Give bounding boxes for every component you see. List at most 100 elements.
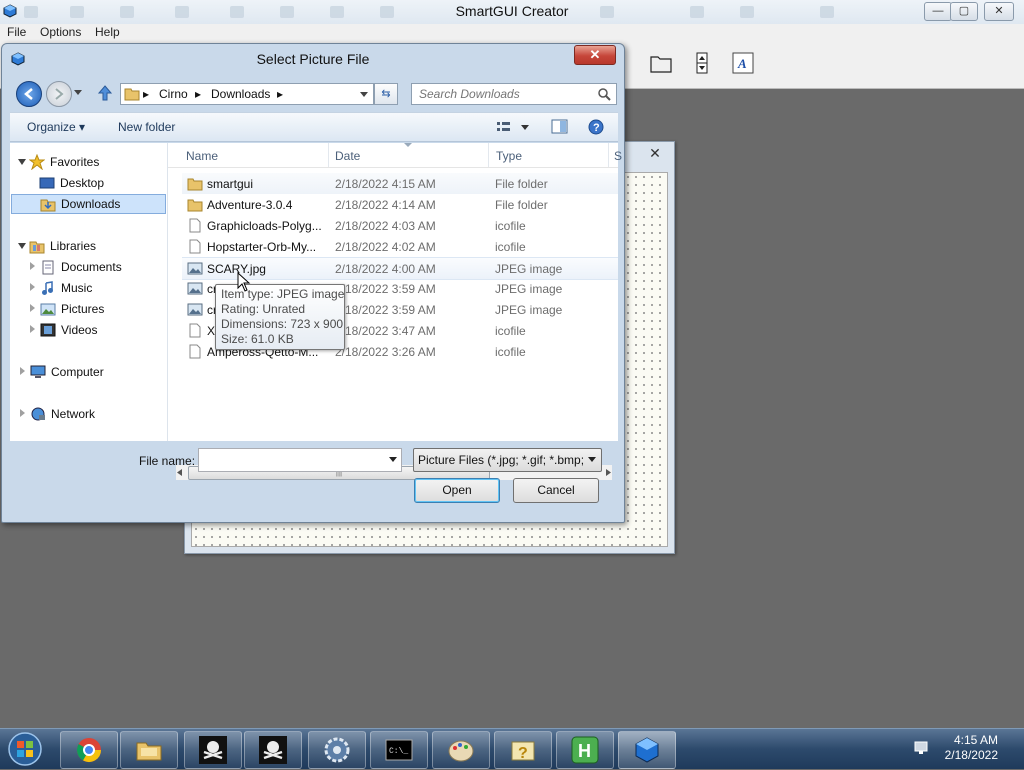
computer-icon [30, 365, 46, 378]
expand-icon[interactable] [30, 262, 35, 270]
taskbar-paint[interactable] [432, 731, 490, 769]
updown-tool-button[interactable] [690, 50, 716, 76]
collapse-icon[interactable] [18, 243, 26, 249]
taskbar-smartgui[interactable] [618, 731, 676, 769]
nav-computer[interactable]: Computer [10, 362, 167, 382]
organize-button[interactable]: Organize ▾ [27, 120, 85, 134]
nav-libraries[interactable]: Libraries [10, 236, 167, 256]
close-button[interactable]: ✕ [984, 2, 1014, 21]
start-button[interactable] [3, 731, 47, 767]
chevron-down-icon[interactable] [389, 457, 398, 463]
nav-music[interactable]: Music [10, 278, 167, 298]
image-icon [187, 303, 203, 316]
library-icon [29, 241, 45, 254]
expand-icon[interactable] [30, 283, 35, 291]
taskbar-pirate-2[interactable] [244, 731, 302, 769]
folder-tool-button[interactable] [648, 50, 674, 76]
network-icon [31, 407, 45, 421]
expand-icon[interactable] [30, 304, 35, 312]
taskbar-help[interactable]: ? [494, 731, 552, 769]
view-options-icon[interactable] [496, 120, 530, 134]
file-name-combobox[interactable] [198, 448, 402, 472]
column-header-date[interactable]: Date [335, 149, 360, 163]
cancel-button[interactable]: Cancel [513, 478, 599, 503]
file-row[interactable]: smartgui 2/18/2022 4:15 AM File folder [182, 173, 618, 194]
taskbar-settings[interactable] [308, 731, 366, 769]
chevron-down-icon[interactable] [359, 91, 369, 99]
maximize-button[interactable]: ▢ [950, 2, 978, 21]
dialog-close-button[interactable]: ✕ [574, 45, 616, 65]
star-icon [29, 154, 45, 170]
refresh-button[interactable]: ⇆ [374, 83, 398, 105]
file-name-label: File name: [139, 454, 196, 468]
menu-help[interactable]: Help [95, 25, 120, 39]
file-name-input[interactable] [199, 449, 382, 471]
taskbar-terminal[interactable]: C:\_ [370, 731, 428, 769]
menu-options[interactable]: Options [40, 25, 81, 39]
search-input[interactable] [412, 84, 599, 104]
svg-text:?: ? [518, 745, 528, 762]
svg-text:H: H [578, 741, 591, 761]
file-row[interactable]: Graphicloads-Polyg... 2/18/2022 4:03 AM … [182, 215, 618, 236]
address-bar[interactable]: ▸ Cirno ▸ Downloads ▸ [120, 83, 374, 105]
open-button[interactable]: Open [414, 478, 500, 503]
nav-favorites[interactable]: Favorites [10, 152, 167, 172]
image-icon [187, 282, 203, 295]
taskbar-h-app[interactable]: H [556, 731, 614, 769]
folder-icon [650, 56, 672, 73]
file-icon [189, 344, 201, 359]
column-header-size[interactable]: S [614, 149, 622, 163]
clock-time: 4:15 AM [953, 733, 998, 747]
help-icon[interactable]: ? [588, 119, 604, 135]
nav-documents[interactable]: Documents [10, 257, 167, 277]
app-title: SmartGUI Creator [455, 3, 569, 19]
nav-desktop[interactable]: Desktop [10, 173, 167, 193]
downloads-folder-icon [40, 199, 56, 212]
music-icon [42, 281, 53, 295]
minimize-button[interactable]: — [924, 2, 952, 21]
svg-text:?: ? [593, 122, 600, 134]
clock[interactable]: 4:15 AM 2/18/2022 [918, 733, 998, 763]
expand-icon[interactable] [30, 325, 35, 333]
column-header-type[interactable]: Type [496, 149, 522, 163]
image-icon [187, 262, 203, 275]
search-box[interactable] [411, 83, 617, 105]
breadcrumb-cirno[interactable]: Cirno [159, 87, 188, 101]
taskbar-chrome[interactable] [60, 731, 118, 769]
search-icon[interactable] [598, 88, 611, 101]
text-tool-button[interactable]: A [730, 50, 756, 76]
mouse-cursor-icon [237, 272, 251, 292]
file-type-select[interactable]: Picture Files (*.jpg; *.gif; *.bmp; [413, 448, 602, 472]
chevron-down-icon[interactable] [588, 457, 597, 463]
scroll-right-icon[interactable] [604, 468, 612, 477]
taskbar-pirate-1[interactable] [184, 731, 242, 769]
expand-icon[interactable] [20, 409, 25, 417]
svg-text:C:\_: C:\_ [389, 747, 408, 756]
settings-icon [324, 737, 350, 763]
menu-file[interactable]: File [7, 25, 26, 39]
scroll-left-icon[interactable] [176, 468, 184, 477]
svg-text:A: A [737, 56, 747, 71]
back-button[interactable] [16, 81, 42, 107]
new-folder-button[interactable]: New folder [118, 120, 175, 134]
terminal-icon: C:\_ [385, 739, 413, 761]
pictures-icon [40, 303, 56, 316]
expand-icon[interactable] [20, 367, 25, 375]
nav-videos[interactable]: Videos [10, 320, 167, 340]
file-row[interactable]: Hopstarter-Orb-My... 2/18/2022 4:02 AM i… [182, 236, 618, 257]
nav-pictures[interactable]: Pictures [10, 299, 167, 319]
up-arrow-icon[interactable] [97, 84, 113, 102]
nav-downloads[interactable]: Downloads [11, 194, 166, 214]
breadcrumb-downloads[interactable]: Downloads [211, 87, 270, 101]
taskbar-explorer[interactable] [120, 731, 178, 769]
nav-network[interactable]: Network [10, 404, 167, 424]
collapse-icon[interactable] [18, 159, 26, 165]
form-close-button[interactable]: ✕ [642, 145, 668, 161]
forward-button[interactable] [46, 81, 72, 107]
preview-pane-icon[interactable] [551, 119, 568, 134]
cube-icon [635, 737, 659, 763]
chevron-down-icon[interactable] [73, 89, 83, 97]
column-header-name[interactable]: Name [186, 149, 218, 163]
file-row[interactable]: Adventure-3.0.4 2/18/2022 4:14 AM File f… [182, 194, 618, 215]
file-icon [189, 218, 201, 233]
